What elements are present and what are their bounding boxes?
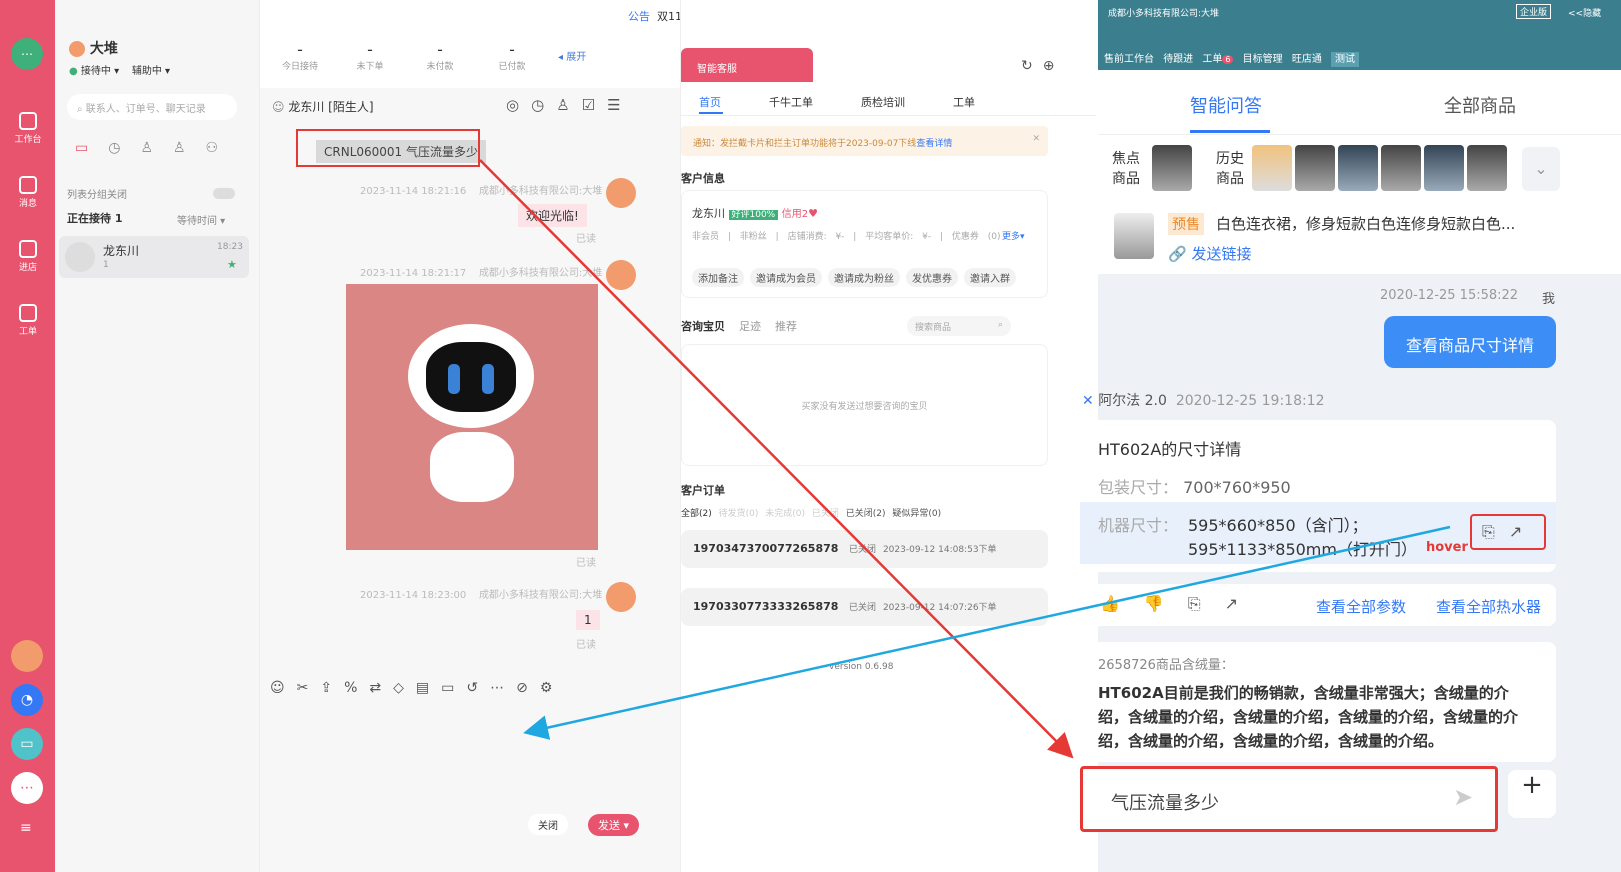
red-arrow [479, 159, 1074, 759]
app-window: ⋯ 工作台 消息 进店 工单 ◔ ▭ ⋯ ≡ 大堆 ● 接待中 ▾ 辅助中 ▾ … [0, 0, 1621, 872]
blue-arrow [523, 525, 1451, 740]
annotation-arrows [479, 159, 1451, 759]
